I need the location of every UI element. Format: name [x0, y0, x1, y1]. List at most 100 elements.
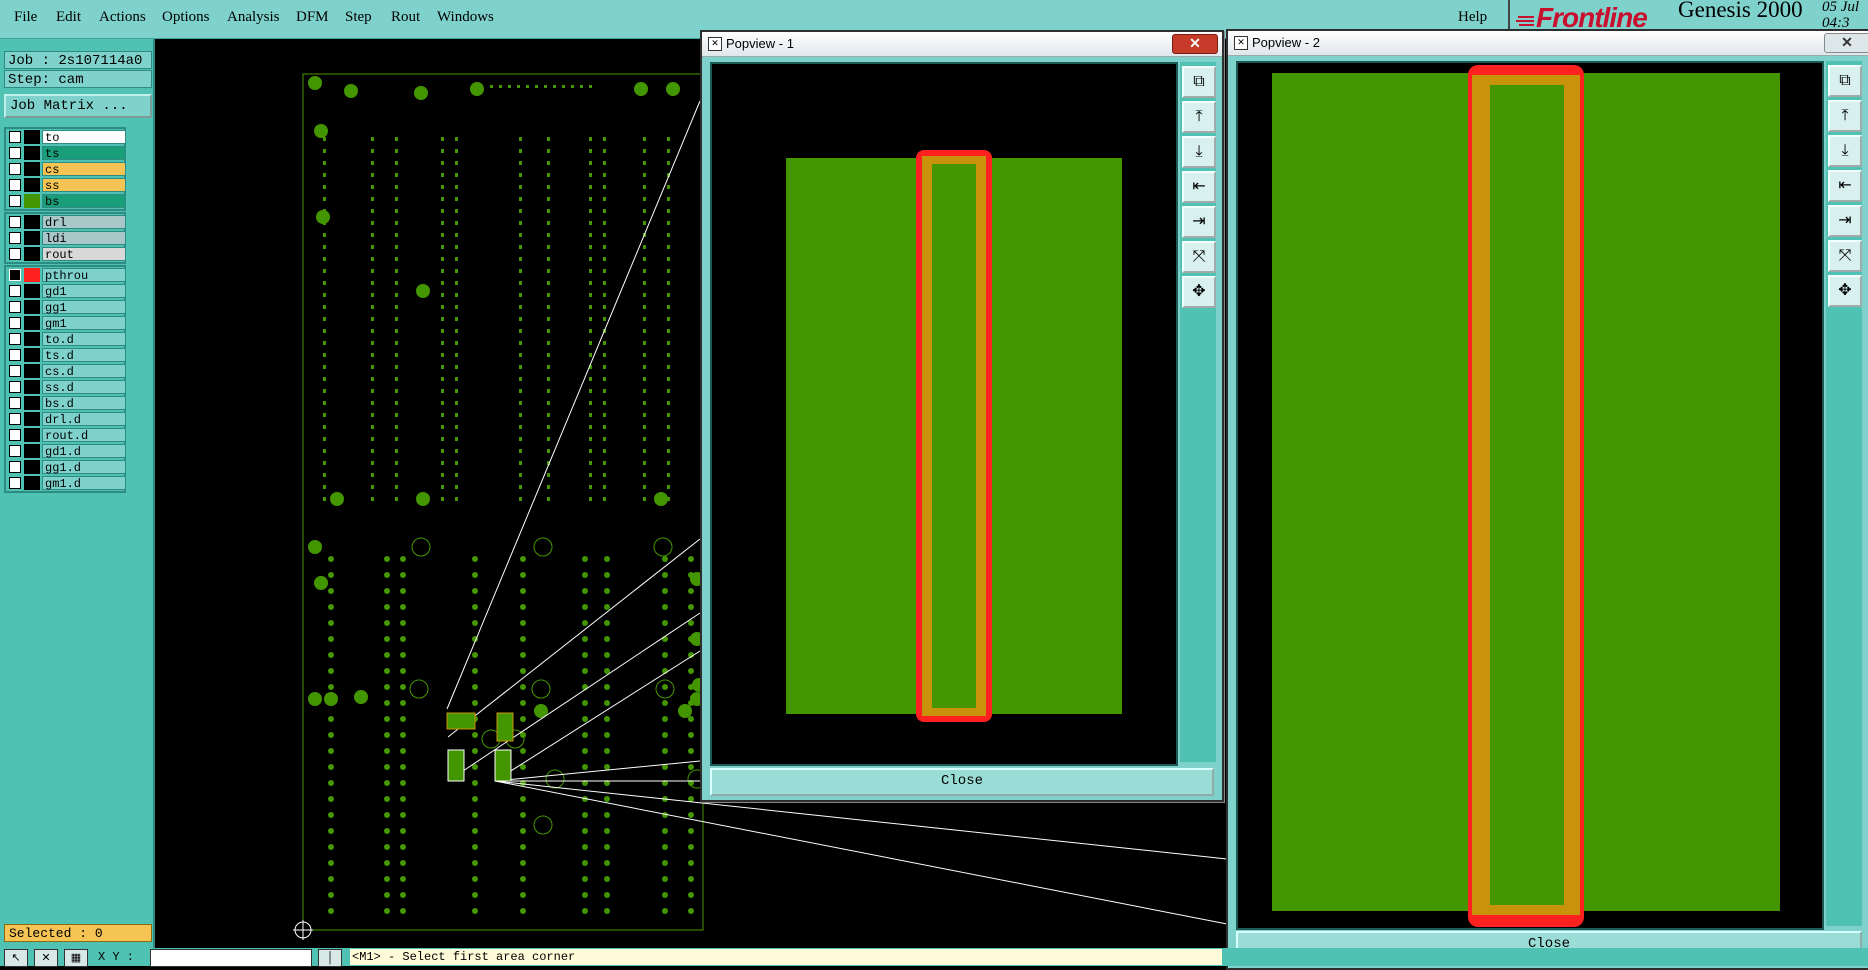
menu-actions[interactable]: Actions [99, 9, 146, 26]
layer-name[interactable]: rout.d [42, 428, 126, 443]
pan-down-icon[interactable]: ⤓ [1828, 135, 1862, 167]
layer-row-to[interactable]: to [6, 129, 126, 145]
layer-name[interactable]: gd1 [42, 284, 126, 299]
popview-2-window[interactable]: ✕ Popview - 2 ✕ ⧉ ⤒ ⤓ ⇤ ⇥ ⤧ ✥ Close [1226, 29, 1868, 970]
layer-color-swatch[interactable] [24, 476, 40, 490]
popview-1-titlebar[interactable]: ✕ Popview - 1 ✕ [702, 32, 1222, 57]
popview-2-view[interactable] [1236, 61, 1824, 930]
layer-row-ts-d[interactable]: ts.d [6, 347, 126, 363]
pan-right-icon[interactable]: ⇥ [1828, 205, 1862, 237]
menu-edit[interactable]: Edit [56, 9, 81, 26]
layer-row-drl[interactable]: drl [6, 214, 126, 230]
layer-color-swatch[interactable] [24, 268, 40, 282]
move-icon[interactable]: ✥ [1182, 276, 1216, 308]
layer-color-swatch[interactable] [24, 300, 40, 314]
layer-row-gm1[interactable]: gm1 [6, 315, 126, 331]
layer-name[interactable]: to.d [42, 332, 126, 347]
layer-name[interactable]: gd1.d [42, 444, 126, 459]
layer-name[interactable]: cs.d [42, 364, 126, 379]
popview-1-view[interactable] [710, 62, 1178, 766]
window-close-icon[interactable]: ✕ [1824, 33, 1868, 53]
layer-name[interactable]: cs [42, 162, 126, 177]
window-close-icon[interactable]: ✕ [1172, 34, 1218, 54]
layer-name[interactable]: ldi [42, 231, 126, 246]
layer-name[interactable]: drl.d [42, 412, 126, 427]
layer-checkbox[interactable] [9, 163, 21, 175]
layer-name[interactable]: gg1.d [42, 460, 126, 475]
zoom-fit-icon[interactable]: ⤧ [1182, 241, 1216, 273]
layer-row-cs-d[interactable]: cs.d [6, 363, 126, 379]
layer-checkbox[interactable] [9, 285, 21, 297]
layer-name[interactable]: bs.d [42, 396, 126, 411]
menu-help[interactable]: Help [1458, 9, 1487, 26]
layer-row-rout[interactable]: rout [6, 246, 126, 262]
layer-row-ldi[interactable]: ldi [6, 230, 126, 246]
layer-checkbox[interactable] [9, 429, 21, 441]
layer-checkbox[interactable] [9, 477, 21, 489]
menu-step[interactable]: Step [345, 9, 372, 26]
layer-row-ss[interactable]: ss [6, 177, 126, 193]
pan-up-icon[interactable]: ⤒ [1182, 101, 1216, 133]
layer-name[interactable]: ts [42, 146, 126, 161]
layer-checkbox[interactable] [9, 232, 21, 244]
menu-analysis[interactable]: Analysis [227, 9, 280, 26]
zoom-home-icon[interactable]: ⧉ [1828, 65, 1862, 97]
layer-color-swatch[interactable] [24, 316, 40, 330]
layer-checkbox[interactable] [9, 248, 21, 260]
layer-row-ss-d[interactable]: ss.d [6, 379, 126, 395]
layer-checkbox[interactable] [9, 195, 21, 207]
layer-color-swatch[interactable] [24, 348, 40, 362]
layer-row-to-d[interactable]: to.d [6, 331, 126, 347]
menu-options[interactable]: Options [162, 9, 210, 26]
layer-color-swatch[interactable] [24, 364, 40, 378]
layer-color-swatch[interactable] [24, 162, 40, 176]
layer-checkbox[interactable] [9, 317, 21, 329]
layer-checkbox[interactable] [9, 445, 21, 457]
layer-row-ts[interactable]: ts [6, 145, 126, 161]
layer-row-pthrou[interactable]: pthrou [6, 267, 126, 283]
layer-color-swatch[interactable] [24, 194, 40, 208]
menu-file[interactable]: File [14, 9, 37, 26]
job-matrix-button[interactable]: Job Matrix ... [4, 94, 152, 118]
move-icon[interactable]: ✥ [1828, 275, 1862, 307]
layer-checkbox[interactable] [9, 269, 21, 281]
layer-name[interactable]: gm1.d [42, 476, 126, 491]
layer-name[interactable]: drl [42, 215, 126, 230]
layer-checkbox[interactable] [9, 147, 21, 159]
pan-left-icon[interactable]: ⇤ [1828, 170, 1862, 202]
layer-checkbox[interactable] [9, 413, 21, 425]
layer-name[interactable]: ss [42, 178, 126, 193]
menu-rout[interactable]: Rout [391, 9, 420, 26]
layer-checkbox[interactable] [9, 333, 21, 345]
menu-windows[interactable]: Windows [437, 9, 494, 26]
layer-row-rout-d[interactable]: rout.d [6, 427, 126, 443]
select-tool-icon[interactable]: ↖ [4, 949, 28, 967]
layer-checkbox[interactable] [9, 216, 21, 228]
layer-row-gm1-d[interactable]: gm1.d [6, 475, 126, 491]
layer-name[interactable]: to [42, 130, 126, 145]
xy-input[interactable] [150, 949, 312, 967]
layer-color-swatch[interactable] [24, 146, 40, 160]
pan-right-icon[interactable]: ⇥ [1182, 206, 1216, 238]
layer-color-swatch[interactable] [24, 332, 40, 346]
layer-color-swatch[interactable] [24, 178, 40, 192]
layer-checkbox[interactable] [9, 461, 21, 473]
layer-color-swatch[interactable] [24, 428, 40, 442]
layer-color-swatch[interactable] [24, 396, 40, 410]
popview-1-window[interactable]: ✕ Popview - 1 ✕ ⧉ ⤒ ⤓ ⇤ ⇥ ⤧ ✥ Close [700, 30, 1224, 802]
layer-row-gg1[interactable]: gg1 [6, 299, 126, 315]
popview-2-titlebar[interactable]: ✕ Popview - 2 ✕ [1228, 31, 1868, 56]
layer-checkbox[interactable] [9, 131, 21, 143]
layer-name[interactable]: rout [42, 247, 126, 262]
layer-checkbox[interactable] [9, 381, 21, 393]
layer-row-gd1[interactable]: gd1 [6, 283, 126, 299]
layer-checkbox[interactable] [9, 365, 21, 377]
layer-checkbox[interactable] [9, 397, 21, 409]
layer-name[interactable]: bs [42, 194, 126, 209]
layer-color-swatch[interactable] [24, 247, 40, 261]
layer-checkbox[interactable] [9, 301, 21, 313]
popview-1-close-button[interactable]: Close [710, 768, 1214, 796]
layer-name[interactable]: gg1 [42, 300, 126, 315]
layer-color-swatch[interactable] [24, 284, 40, 298]
layer-row-cs[interactable]: cs [6, 161, 126, 177]
